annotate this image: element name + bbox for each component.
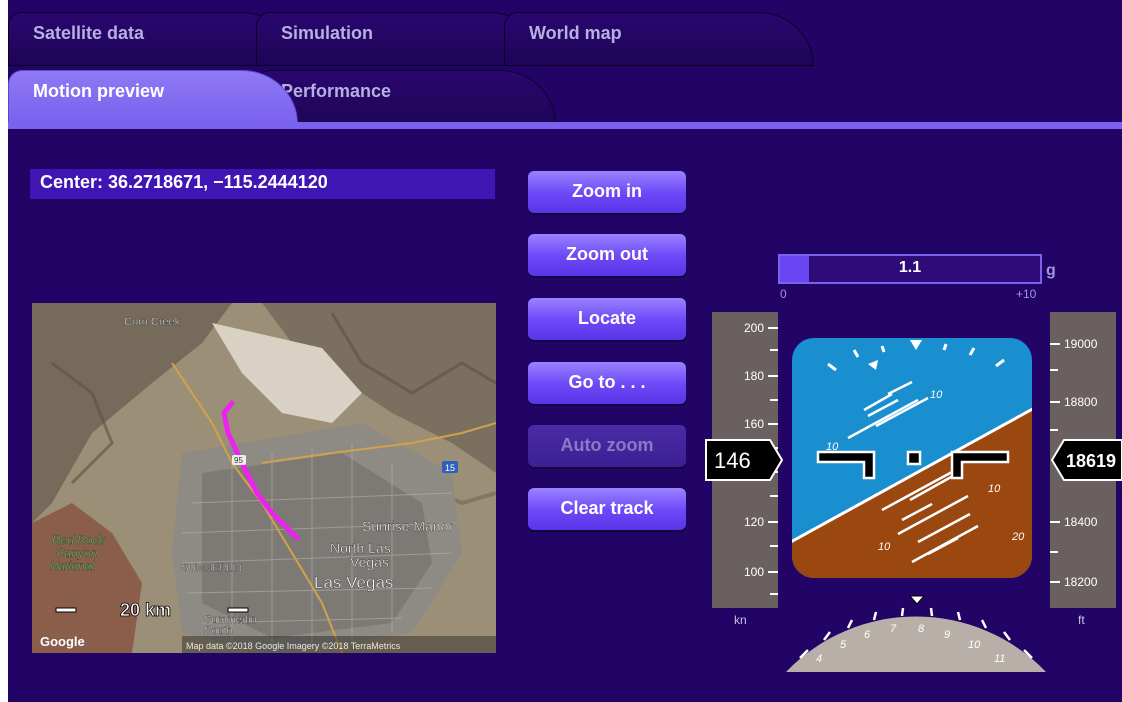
tab-satellite-data[interactable]: Satellite data: [8, 12, 298, 66]
heading-label: 5: [840, 639, 847, 651]
tab-label: World map: [529, 23, 622, 43]
g-force-min: 0: [780, 287, 787, 301]
goto-button[interactable]: Go to . . .: [528, 362, 686, 404]
altitude-readout: 18619: [1066, 451, 1116, 471]
primary-flight-display: 200 180 160 120 100 kn 19000 18800 18400…: [705, 312, 1122, 672]
tab-world-map[interactable]: World map: [504, 12, 814, 66]
speed-tick-label: 120: [744, 515, 764, 529]
altitude-tick-label: 18400: [1064, 515, 1098, 529]
auto-zoom-button[interactable]: Auto zoom: [528, 425, 686, 467]
label-national: National: [50, 559, 94, 573]
center-coordinates-text: Center: 36.2718671, −115.2444120: [40, 172, 328, 192]
tab-label: Simulation: [281, 23, 374, 43]
tab-label: Satellite data: [33, 23, 145, 43]
heading-label: 4: [816, 653, 822, 665]
i15-shield: 15: [445, 463, 455, 473]
tab-label: Performance: [281, 81, 392, 101]
label-sunrise-manor: Sunrise Manor: [362, 518, 453, 534]
speed-tick-label: 180: [744, 369, 764, 383]
speed-tick-label: 200: [744, 321, 764, 335]
map-image: 15 95 Corn Creek Red Rock Canyon Nationa…: [32, 303, 496, 653]
pitch-label: 10: [988, 483, 1001, 495]
g-force-value: 1.1: [898, 259, 922, 276]
speed-tick-label: 100: [744, 565, 764, 579]
label-north-las-vegas-2: Vegas: [350, 554, 389, 570]
pitch-label: 10: [930, 389, 943, 401]
app-window: Satellite data Simulation World map Perf…: [8, 0, 1122, 702]
label-las-vegas: Las Vegas: [314, 573, 393, 592]
tab-row-bottom: Performance Motion preview: [8, 66, 1122, 124]
heading-label: 8: [918, 623, 925, 635]
tab-label: Motion preview: [33, 81, 165, 101]
tab-simulation[interactable]: Simulation: [256, 12, 546, 66]
speed-tick-label: 160: [744, 417, 764, 431]
pitch-label: 10: [878, 541, 891, 553]
altitude-tick-label: 18800: [1064, 395, 1098, 409]
locate-button[interactable]: Locate: [528, 298, 686, 340]
g-force-meter: 1.1: [778, 254, 1042, 284]
zoom-out-button[interactable]: Zoom out: [528, 234, 686, 276]
label-canyon: Canyon: [56, 546, 98, 560]
altitude-unit: ft: [1078, 613, 1085, 627]
label-corn-creek: Corn Creek: [124, 316, 181, 328]
g-force-max: +10: [1016, 287, 1037, 301]
tab-underline: [8, 122, 1122, 129]
speed-unit: kn: [734, 613, 747, 627]
pitch-label: 20: [1011, 531, 1025, 543]
label-summerlin: SUMMERLIN: [182, 563, 242, 574]
attitude-indicator: 10 10 10 10 20: [792, 338, 1032, 578]
google-logo: Google: [40, 634, 85, 649]
heading-label: 10: [968, 639, 981, 651]
clear-track-button[interactable]: Clear track: [528, 488, 686, 530]
heading-indicator: [786, 616, 1046, 672]
tab-performance[interactable]: Performance: [256, 70, 556, 124]
satellite-map[interactable]: 15 95 Corn Creek Red Rock Canyon Nationa…: [32, 303, 496, 653]
heading-label: 9: [944, 629, 950, 641]
label-summerlin-south-2: South: [204, 625, 233, 637]
tab-row-top: Satellite data Simulation World map: [8, 8, 1122, 66]
altitude-tick-label: 18200: [1064, 575, 1098, 589]
heading-label: 6: [864, 629, 871, 641]
heading-label: 7: [890, 623, 897, 635]
g-force-unit: g: [1046, 262, 1056, 279]
center-coordinates: Center: 36.2718671, −115.2444120: [30, 169, 495, 199]
map-scale: 20 km: [120, 600, 171, 620]
tab-motion-preview[interactable]: Motion preview: [8, 70, 298, 124]
zoom-in-button[interactable]: Zoom in: [528, 171, 686, 213]
heading-label: 11: [994, 653, 1005, 665]
speed-readout: 146: [714, 448, 751, 473]
label-red-rock: Red Rock: [52, 533, 106, 547]
altitude-tick-label: 19000: [1064, 337, 1098, 351]
map-attribution[interactable]: Map data ©2018 Google Imagery ©2018 Terr…: [186, 641, 401, 651]
heading-pointer: [908, 595, 926, 605]
hwy95-shield: 95: [234, 456, 243, 465]
